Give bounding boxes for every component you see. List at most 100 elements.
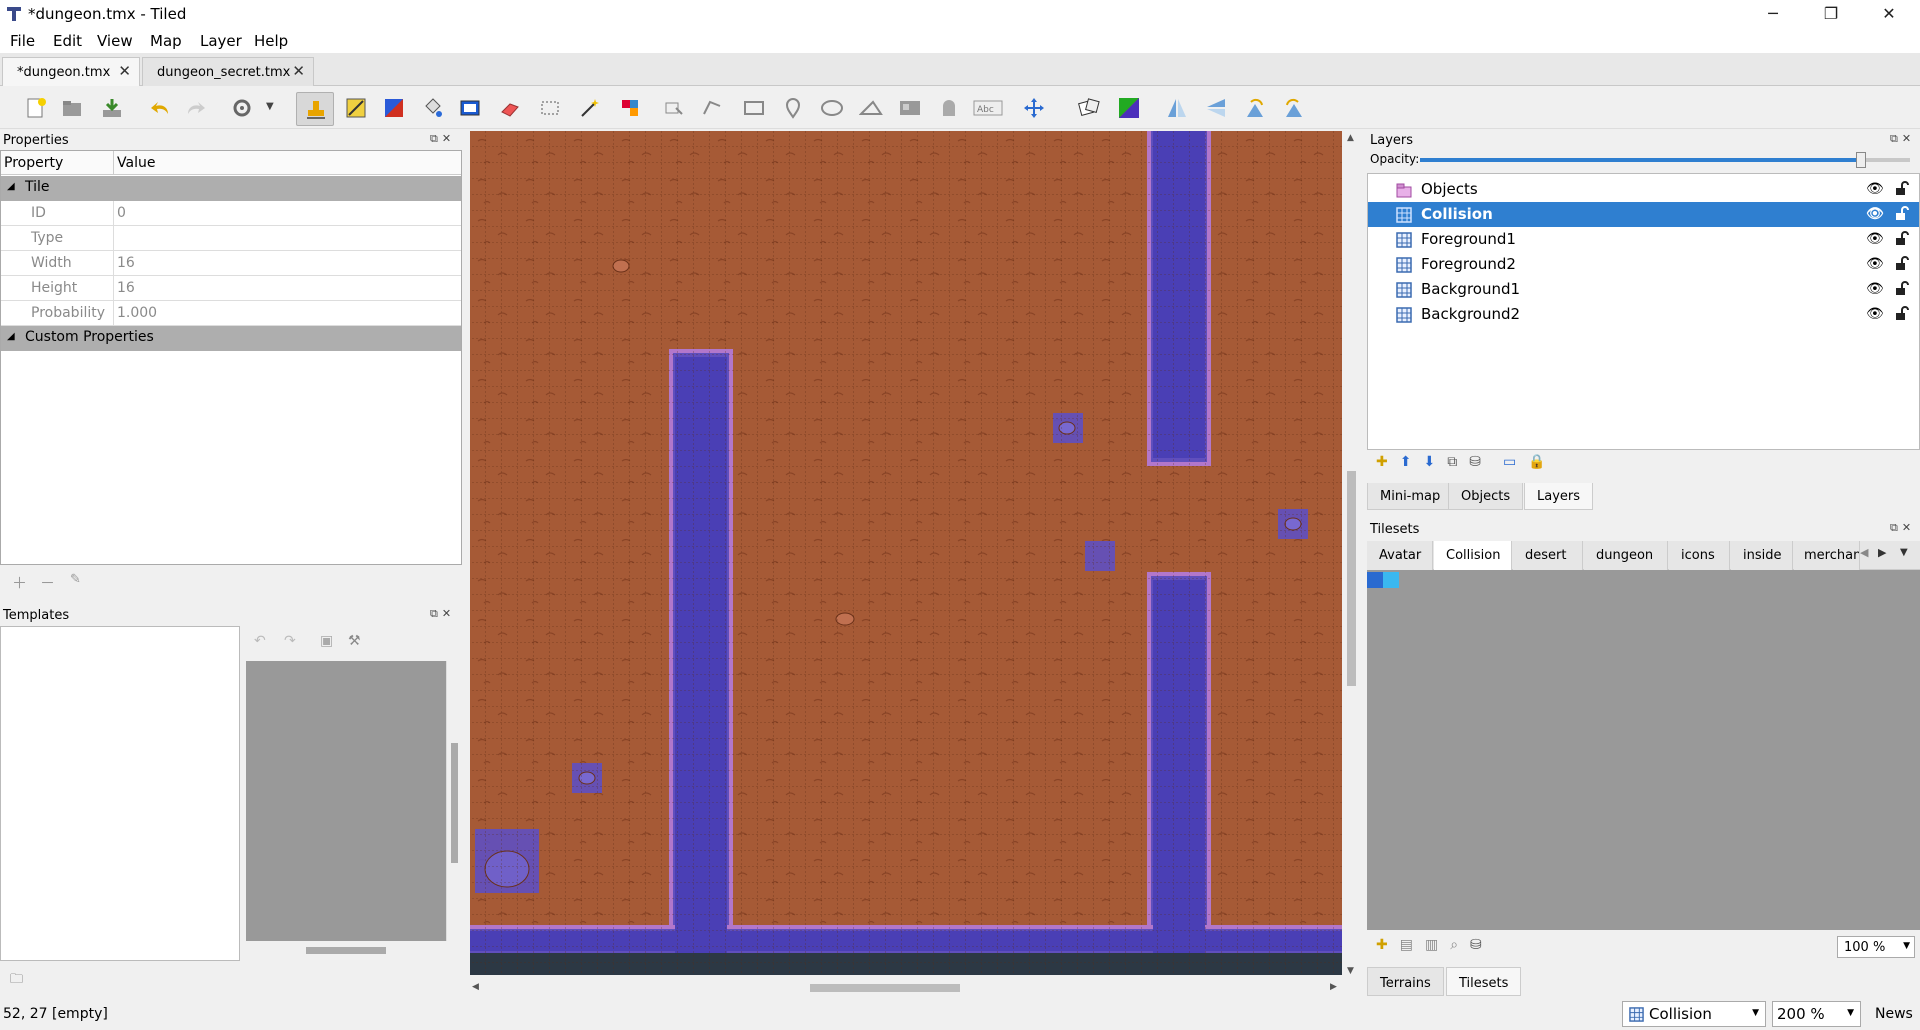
lock-icon[interactable]: [1895, 280, 1909, 296]
close-tab-icon[interactable]: ✕: [292, 62, 305, 80]
templates-edit-icon[interactable]: ⚒: [348, 633, 361, 649]
tileset-view[interactable]: [1367, 570, 1920, 930]
map-horizontal-scrollbar[interactable]: ◀ ▶: [470, 980, 1344, 995]
collision-tile-cyan[interactable]: [1383, 572, 1399, 588]
prop-row-type[interactable]: Type: [1, 226, 461, 251]
col-property[interactable]: Property: [4, 155, 63, 171]
news-button[interactable]: News: [1875, 1006, 1913, 1022]
open-file-icon[interactable]: [60, 96, 84, 120]
redo-icon[interactable]: [184, 96, 208, 120]
command-dropdown-icon[interactable]: ▼: [266, 101, 274, 112]
templates-list[interactable]: [0, 626, 240, 961]
visibility-eye-icon[interactable]: 👁: [1866, 231, 1884, 247]
select-objects-icon[interactable]: [662, 96, 686, 120]
visibility-eye-icon[interactable]: 👁: [1866, 256, 1884, 272]
delete-layer-icon[interactable]: ⛁: [1469, 454, 1481, 470]
template-vscroll[interactable]: [446, 661, 462, 941]
visibility-eye-icon[interactable]: 👁: [1866, 281, 1884, 297]
tab-scroll-left-icon[interactable]: ◀: [1860, 546, 1868, 559]
tab-scroll-right-icon[interactable]: ▶: [1878, 546, 1886, 559]
magic-wand-icon[interactable]: [578, 96, 602, 120]
zoom-combo[interactable]: 200 % ▼: [1772, 1001, 1861, 1027]
opacity-slider[interactable]: [1420, 152, 1910, 168]
embed-tileset-icon[interactable]: ▤: [1400, 937, 1413, 953]
add-property-icon[interactable]: ＋: [12, 572, 27, 593]
prop-row-id[interactable]: ID 0: [1, 201, 461, 226]
visibility-eye-icon[interactable]: 👁: [1866, 181, 1884, 197]
properties-dock-buttons[interactable]: ⧉✕: [430, 132, 455, 146]
menu-file[interactable]: File: [10, 32, 35, 50]
random-mode-icon[interactable]: [1077, 96, 1101, 120]
menu-help[interactable]: Help: [254, 32, 288, 50]
layer-combo[interactable]: Collision ▼: [1622, 1001, 1766, 1027]
menu-edit[interactable]: Edit: [53, 32, 82, 50]
remove-property-icon[interactable]: －: [40, 572, 55, 593]
tileset-tab-dungeon[interactable]: dungeon: [1584, 541, 1668, 570]
new-layer-icon[interactable]: ✚: [1376, 454, 1388, 470]
edit-polygons-icon[interactable]: [700, 96, 724, 120]
flip-vertical-icon[interactable]: [1204, 96, 1228, 120]
rename-property-icon[interactable]: ✎: [70, 572, 81, 587]
menu-view[interactable]: View: [97, 32, 133, 50]
layer-row-objects[interactable]: Objects 👁: [1368, 177, 1919, 202]
tileset-tab-desert[interactable]: desert: [1513, 541, 1583, 570]
rotate-left-icon[interactable]: [1243, 96, 1267, 120]
tab-mini-map[interactable]: Mini-map: [1367, 483, 1454, 510]
lock-icon[interactable]: [1895, 255, 1909, 271]
prop-row-width[interactable]: Width 16: [1, 251, 461, 276]
insert-text-icon[interactable]: Abc: [973, 96, 1003, 120]
tileset-tab-avatar[interactable]: Avatar: [1367, 541, 1433, 570]
maximize-button[interactable]: ❐: [1802, 0, 1860, 28]
lock-icon[interactable]: [1895, 180, 1909, 196]
lock-icon[interactable]: [1895, 230, 1909, 246]
save-icon[interactable]: [100, 96, 124, 120]
insert-rectangle-icon[interactable]: [742, 96, 766, 120]
eraser-icon[interactable]: [498, 96, 522, 120]
stamp-brush-tool[interactable]: [296, 92, 334, 126]
tilesets-dock-buttons[interactable]: ⧉✕: [1890, 521, 1915, 535]
lock-icon[interactable]: [1895, 205, 1909, 221]
insert-point-icon[interactable]: [781, 96, 805, 120]
tileset-menu-icon[interactable]: ▼: [1900, 547, 1908, 558]
insert-template-icon[interactable]: [937, 96, 961, 120]
duplicate-layer-icon[interactable]: ⧉: [1447, 454, 1457, 470]
undo-icon[interactable]: [148, 96, 172, 120]
map-vertical-scrollbar[interactable]: ▲ ▼: [1344, 131, 1359, 980]
raise-layer-icon[interactable]: ⬆: [1400, 454, 1412, 470]
group-custom-properties[interactable]: ◢ Custom Properties: [1, 326, 461, 351]
export-tileset-icon[interactable]: ▥: [1425, 937, 1438, 953]
visibility-eye-icon[interactable]: 👁: [1866, 306, 1884, 322]
doc-tab-dungeon-secret[interactable]: dungeon_secret.tmx ✕: [142, 57, 314, 86]
template-hscroll[interactable]: [246, 943, 446, 959]
rectangle-select-icon[interactable]: [538, 96, 562, 120]
move-tool-icon[interactable]: [1022, 96, 1046, 120]
tileset-zoom-combo[interactable]: 100 % ▼: [1837, 936, 1915, 958]
tab-objects[interactable]: Objects: [1448, 483, 1524, 510]
terrain-brush-icon[interactable]: [344, 96, 368, 120]
lock-others-icon[interactable]: 🔒: [1528, 454, 1545, 470]
prop-row-probability[interactable]: Probability 1.000: [1, 301, 461, 326]
tileset-tab-collision[interactable]: Collision: [1434, 541, 1512, 570]
rotate-right-icon[interactable]: [1282, 96, 1306, 120]
layer-row-background1[interactable]: Background1 👁: [1368, 277, 1919, 302]
tileset-tab-inside[interactable]: inside: [1731, 541, 1793, 570]
layer-row-foreground2[interactable]: Foreground2 👁: [1368, 252, 1919, 277]
visibility-eye-icon[interactable]: 👁: [1866, 206, 1884, 222]
open-template-folder-icon[interactable]: 🗀: [10, 970, 23, 992]
templates-undo-icon[interactable]: ↶: [254, 633, 266, 649]
col-value[interactable]: Value: [117, 155, 155, 171]
new-tileset-icon[interactable]: ✚: [1376, 937, 1388, 953]
layer-row-foreground1[interactable]: Foreground1 👁: [1368, 227, 1919, 252]
templates-insert-icon[interactable]: ▣: [320, 633, 333, 649]
group-tile[interactable]: ◢ Tile: [1, 176, 461, 201]
close-tab-icon[interactable]: ✕: [118, 62, 131, 80]
tab-terrains[interactable]: Terrains: [1367, 967, 1444, 996]
bucket-fill-icon[interactable]: [420, 96, 444, 120]
tile-map[interactable]: [470, 131, 1342, 975]
doc-tab-dungeon[interactable]: *dungeon.tmx ✕: [2, 57, 140, 86]
lower-layer-icon[interactable]: ⬇: [1423, 454, 1435, 470]
close-window-button[interactable]: ✕: [1860, 0, 1918, 28]
prop-row-height[interactable]: Height 16: [1, 276, 461, 301]
lock-icon[interactable]: [1895, 305, 1909, 321]
opacity-handle[interactable]: [1856, 152, 1866, 168]
